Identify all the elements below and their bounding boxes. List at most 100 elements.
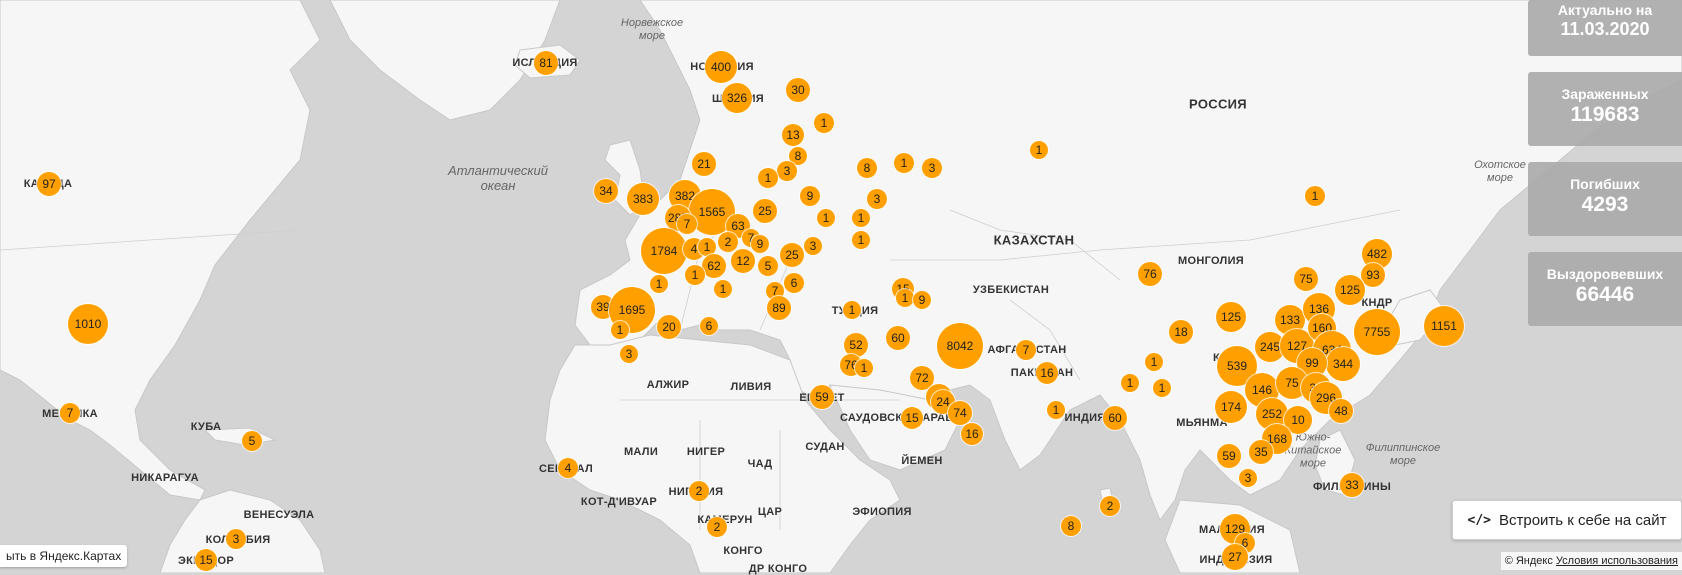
case-marker[interactable]: 125: [1335, 275, 1365, 305]
case-marker[interactable]: 30: [786, 78, 810, 102]
case-marker[interactable]: 12: [731, 249, 755, 273]
copyright: © Яндекс Условия использования: [1500, 552, 1682, 570]
case-marker[interactable]: 2: [718, 232, 738, 252]
case-marker[interactable]: 21: [692, 152, 716, 176]
case-marker[interactable]: 1: [714, 280, 732, 298]
infected-value: 119683: [1570, 103, 1640, 126]
case-marker[interactable]: 59: [1217, 444, 1241, 468]
case-marker[interactable]: 1010: [68, 304, 108, 344]
case-marker[interactable]: 1: [852, 209, 870, 227]
case-marker[interactable]: 1: [852, 231, 870, 249]
case-marker[interactable]: 7: [60, 403, 80, 423]
case-marker[interactable]: 8: [857, 158, 877, 178]
date-card: Актуально на 11.03.2020: [1528, 0, 1682, 56]
case-marker[interactable]: 9: [913, 291, 931, 309]
case-marker[interactable]: 3: [1239, 469, 1257, 487]
case-marker[interactable]: 1151: [1424, 306, 1464, 346]
case-marker[interactable]: 20: [657, 315, 681, 339]
case-marker[interactable]: 97: [37, 172, 61, 196]
case-marker[interactable]: 15: [195, 549, 217, 571]
case-marker[interactable]: 25: [753, 199, 777, 223]
case-marker[interactable]: 1: [611, 321, 629, 339]
case-marker[interactable]: 3: [804, 237, 822, 255]
code-icon: </>: [1467, 512, 1491, 528]
case-marker[interactable]: 8042: [937, 323, 983, 369]
deaths-value: 4293: [1581, 193, 1629, 216]
case-marker[interactable]: 16: [1036, 362, 1058, 384]
case-marker[interactable]: 1: [894, 153, 914, 173]
case-marker[interactable]: 1: [650, 275, 668, 293]
case-marker[interactable]: 13: [782, 124, 804, 146]
case-marker[interactable]: 81: [534, 51, 558, 75]
case-marker[interactable]: 74: [948, 401, 972, 425]
open-in-yandex-maps-link[interactable]: ыть в Яндекс.Картах: [0, 545, 128, 567]
deaths-label: Погибших: [1570, 176, 1640, 192]
terms-link[interactable]: Условия использования: [1556, 555, 1678, 567]
world-map[interactable]: [0, 0, 1682, 573]
case-marker[interactable]: 27: [1222, 544, 1248, 570]
case-marker[interactable]: 3: [777, 161, 797, 181]
case-marker[interactable]: 5: [758, 256, 778, 276]
case-marker[interactable]: 5: [242, 431, 262, 451]
case-marker[interactable]: 1: [685, 265, 705, 285]
case-marker[interactable]: 35: [1249, 440, 1273, 464]
case-marker[interactable]: 89: [767, 296, 791, 320]
case-marker[interactable]: 1784: [641, 228, 687, 274]
case-marker[interactable]: 16: [961, 423, 983, 445]
case-marker[interactable]: 7755: [1354, 309, 1400, 355]
case-marker[interactable]: 1: [855, 359, 873, 377]
case-marker[interactable]: 33: [1340, 473, 1364, 497]
case-marker[interactable]: 76: [1138, 262, 1162, 286]
case-marker[interactable]: 9: [800, 186, 820, 206]
case-marker[interactable]: 9: [751, 235, 769, 253]
case-marker[interactable]: 60: [1103, 406, 1127, 430]
case-marker[interactable]: 383: [627, 183, 659, 215]
case-marker[interactable]: 1: [843, 301, 861, 319]
case-marker[interactable]: 174: [1215, 391, 1247, 423]
case-marker[interactable]: 326: [722, 83, 752, 113]
case-marker[interactable]: 93: [1361, 263, 1385, 287]
case-marker[interactable]: 344: [1326, 347, 1360, 381]
case-marker[interactable]: 1: [1153, 379, 1171, 397]
case-marker[interactable]: 125: [1216, 302, 1246, 332]
case-marker[interactable]: 48: [1329, 399, 1353, 423]
case-marker[interactable]: 34: [594, 179, 618, 203]
case-marker[interactable]: 7: [1016, 340, 1036, 360]
case-marker[interactable]: 15: [901, 407, 923, 429]
case-marker[interactable]: 2: [1100, 496, 1120, 516]
case-marker[interactable]: 1: [1047, 401, 1065, 419]
case-marker[interactable]: 62: [702, 254, 726, 278]
case-marker[interactable]: 3: [922, 158, 942, 178]
case-marker[interactable]: 18: [1169, 320, 1193, 344]
embed-button[interactable]: </> Встроить к себе на сайт: [1452, 500, 1682, 540]
case-marker[interactable]: 1: [817, 209, 835, 227]
case-marker[interactable]: 2: [689, 481, 709, 501]
case-marker[interactable]: 1: [758, 168, 778, 188]
embed-button-label: Встроить к себе на сайт: [1498, 511, 1667, 529]
case-marker[interactable]: 3: [226, 529, 246, 549]
copyright-text: © Яндекс: [1504, 555, 1553, 567]
case-marker[interactable]: 59: [810, 385, 834, 409]
case-marker[interactable]: 3: [867, 189, 887, 209]
case-marker[interactable]: 60: [886, 326, 910, 350]
case-marker[interactable]: 1: [1030, 141, 1048, 159]
case-marker[interactable]: 8: [1061, 516, 1081, 536]
case-marker[interactable]: 2: [707, 517, 727, 537]
case-marker[interactable]: 1: [1121, 374, 1139, 392]
case-marker[interactable]: 6: [700, 317, 718, 335]
date-label: Актуально на: [1557, 2, 1653, 18]
case-marker[interactable]: 4: [558, 458, 578, 478]
case-marker[interactable]: 75: [1294, 267, 1318, 291]
case-marker[interactable]: 3: [620, 345, 638, 363]
case-marker[interactable]: 6: [784, 273, 804, 293]
case-marker[interactable]: 400: [705, 51, 737, 83]
recovered-value: 66446: [1575, 283, 1635, 306]
case-marker[interactable]: 1: [1305, 186, 1325, 206]
infected-label: Зараженных: [1561, 86, 1649, 102]
case-marker[interactable]: 7: [677, 214, 697, 234]
case-marker[interactable]: 1: [814, 113, 834, 133]
case-marker[interactable]: 1: [1145, 353, 1163, 371]
recovered-label: Выздоровевших: [1546, 266, 1664, 282]
case-marker[interactable]: 1: [896, 289, 914, 307]
case-marker[interactable]: 25: [780, 243, 804, 267]
